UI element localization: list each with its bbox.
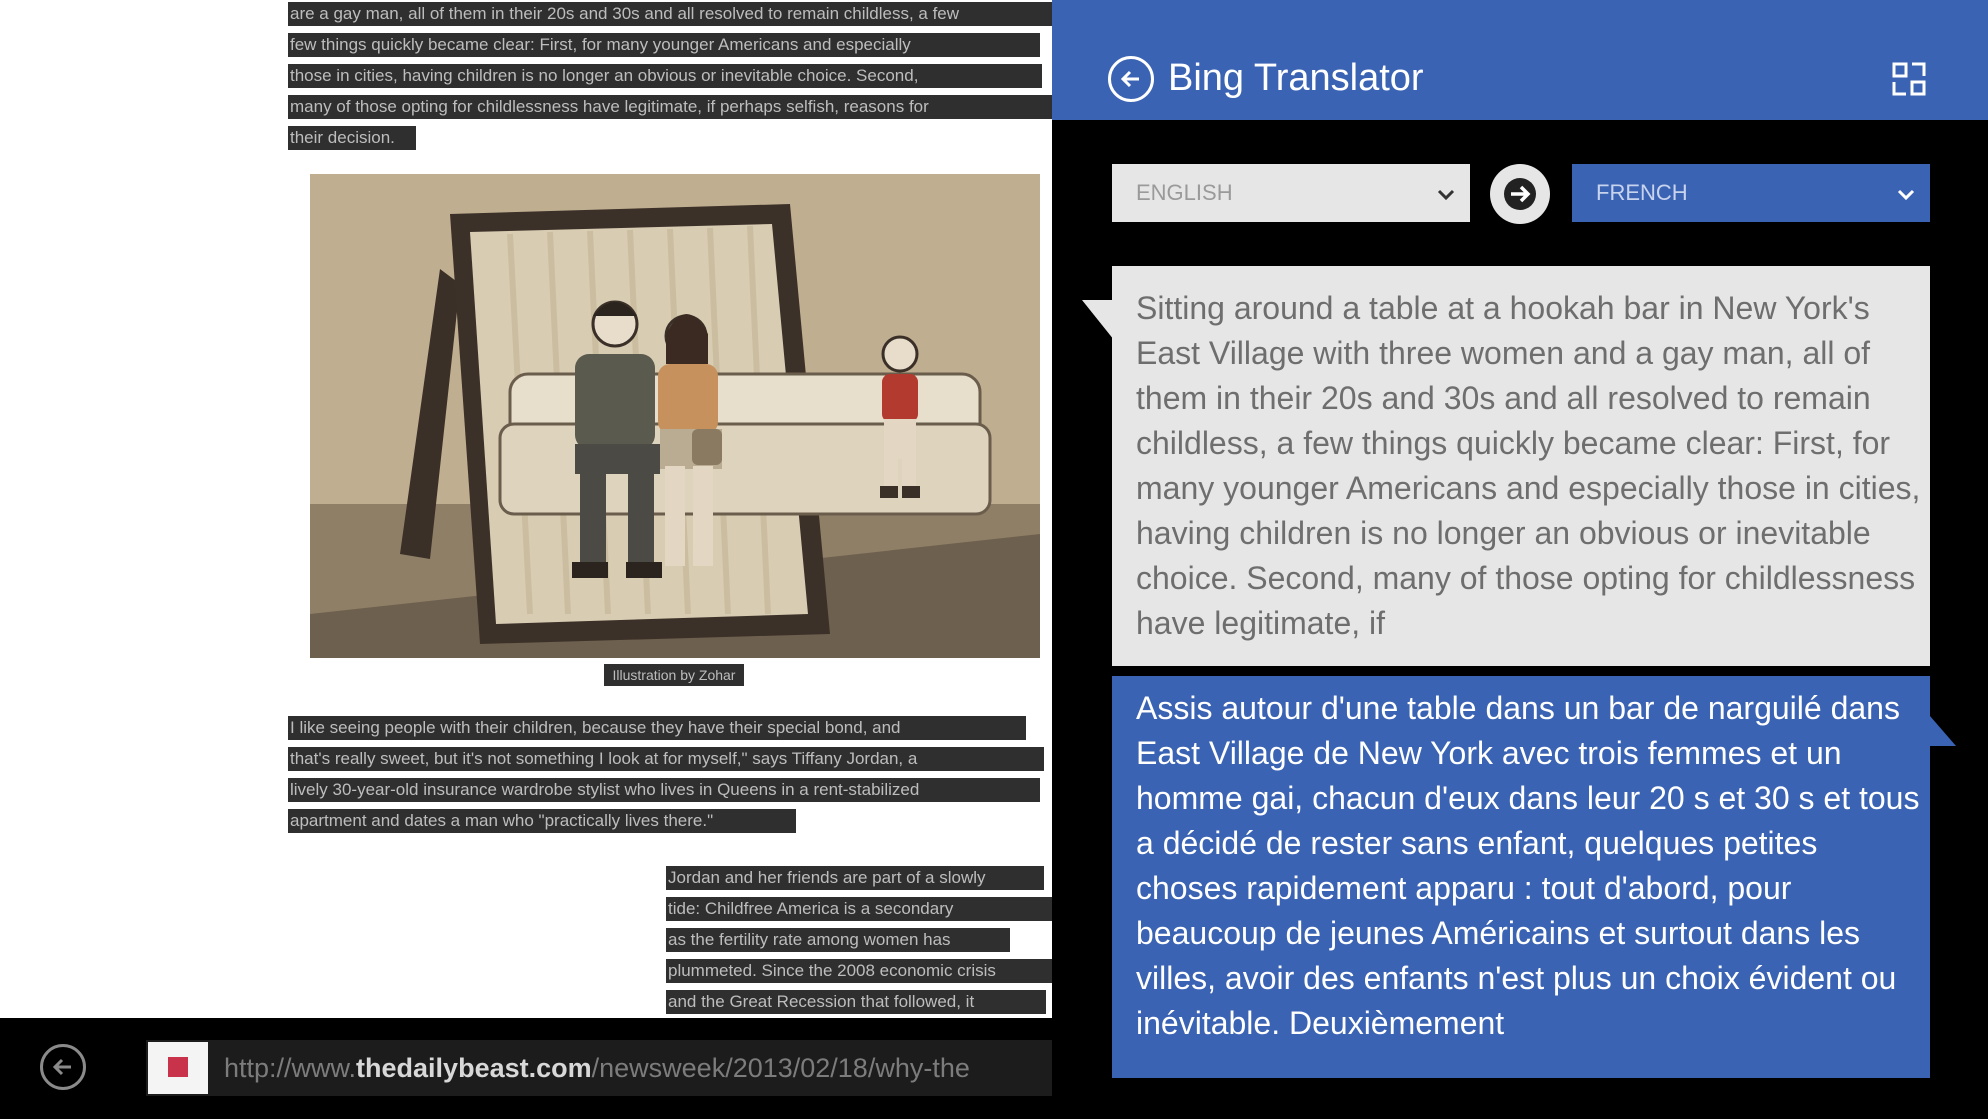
translate-direction-button[interactable]: [1490, 164, 1550, 224]
source-bubble-tail: [1082, 300, 1114, 340]
article-line: as the fertility rate among women has: [666, 928, 1010, 952]
source-text: Sitting around a table at a hookah bar i…: [1136, 290, 1921, 641]
translated-text: Assis autour d'une table dans un bar de …: [1136, 690, 1920, 1041]
url-text[interactable]: http://www.thedailybeast.com/newsweek/20…: [224, 1040, 970, 1096]
article-line: and the Great Recession that followed, i…: [666, 990, 1046, 1014]
url-domain: thedailybeast.com: [356, 1053, 592, 1083]
web-page: are a gay man, all of them in their 20s …: [0, 0, 1052, 1018]
article-line: their decision.: [288, 126, 416, 150]
expand-icon[interactable]: [1890, 60, 1928, 98]
article-line: are a gay man, all of them in their 20s …: [288, 2, 1052, 26]
favicon-icon: [148, 1042, 208, 1094]
chevron-down-icon: [1437, 189, 1455, 201]
url-field[interactable]: http://www.thedailybeast.com/newsweek/20…: [146, 1040, 1052, 1096]
article-illustration: [310, 174, 1040, 658]
article-line: many of those opting for childlessness h…: [288, 95, 1052, 119]
back-arrow-icon[interactable]: [1108, 56, 1154, 102]
target-language-select[interactable]: FRENCH: [1572, 164, 1930, 222]
article-line: lively 30-year-old insurance wardrobe st…: [288, 778, 1040, 802]
article-line: plummeted. Since the 2008 economic crisi…: [666, 959, 1052, 983]
article-line: Jordan and her friends are part of a slo…: [666, 866, 1044, 890]
image-caption: Illustration by Zohar: [604, 664, 744, 686]
family-portrait-illustration: [310, 174, 1040, 658]
source-text-panel[interactable]: Sitting around a table at a hookah bar i…: [1112, 266, 1930, 666]
chevron-down-icon: [1897, 189, 1915, 201]
translation-bubble-tail: [1930, 716, 1956, 746]
article-line: those in cities, having children is no l…: [288, 64, 1042, 88]
article-line: that's really sweet, but it's not someth…: [288, 747, 1044, 771]
arrow-right-icon: [1504, 178, 1536, 210]
app-title: Bing Translator: [1168, 57, 1424, 99]
source-language-select[interactable]: ENGLISH: [1112, 164, 1470, 222]
url-prefix: http://www.: [224, 1053, 357, 1083]
article-line: tide: Childfree America is a secondary: [666, 897, 1052, 921]
article-line: apartment and dates a man who "practical…: [288, 809, 796, 833]
back-arrow-icon[interactable]: [40, 1044, 86, 1090]
translation-text-panel[interactable]: Assis autour d'une table dans un bar de …: [1112, 676, 1930, 1078]
browser-address-bar: http://www.thedailybeast.com/newsweek/20…: [0, 1018, 1052, 1119]
translator-header: Bing Translator: [1052, 0, 1988, 120]
target-language-value: FRENCH: [1596, 180, 1688, 205]
article-line: I like seeing people with their children…: [288, 716, 1026, 740]
url-path: /newsweek/2013/02/18/why-the: [591, 1053, 970, 1083]
translator-pane: Bing Translator ENGLISH FRENCH Sitting a…: [1052, 0, 1988, 1119]
source-language-value: ENGLISH: [1136, 180, 1233, 205]
article-line: few things quickly became clear: First, …: [288, 33, 1040, 57]
